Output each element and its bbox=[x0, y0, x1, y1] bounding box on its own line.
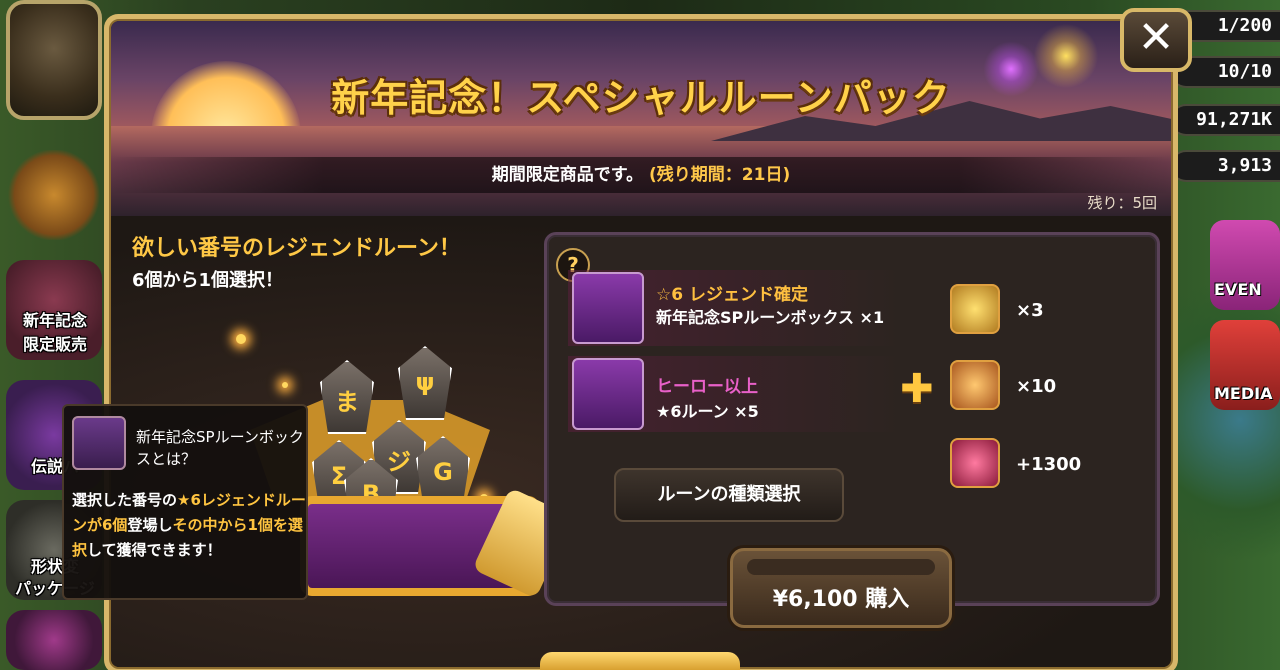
sparkle-icon bbox=[282, 382, 288, 388]
right-menu: 1/200 10/10 91,271K 3,913 EVEN MEDIA bbox=[1170, 0, 1280, 670]
item-2-desc: ★6ルーン ×5 bbox=[656, 402, 759, 421]
bonus-2-amount: ×10 bbox=[1016, 376, 1057, 397]
buy-button-label: ¥6,100 購入 bbox=[772, 587, 910, 612]
plus-icon: ✚ bbox=[900, 366, 934, 412]
event-label: EVEN bbox=[1214, 280, 1262, 299]
item-2-title: ヒーロー以上 bbox=[656, 377, 758, 397]
bonus-3-amount: +1300 bbox=[1016, 454, 1082, 475]
headline: 欲しい番号のレジェンドルーン！ bbox=[132, 236, 461, 261]
subline: 6個から1個選択！ bbox=[132, 270, 284, 291]
tooltip-text: して獲得できます！ bbox=[87, 541, 222, 559]
bonus-1-amount: ×3 bbox=[1016, 300, 1044, 321]
modal-title: 新年記念！スペシャルルーンパック bbox=[331, 76, 951, 120]
stat-crystal: 3,913 bbox=[1170, 150, 1280, 182]
sp-rune-box-icon[interactable] bbox=[572, 272, 644, 344]
period-remaining: (残り期間：21日) bbox=[649, 165, 791, 185]
rainbowmon-icon[interactable] bbox=[950, 284, 1000, 334]
tooltip-text: 選択した番号の bbox=[72, 491, 178, 509]
tooltip-text: 登場し bbox=[127, 516, 173, 534]
tooltip-title: 新年記念SPルーンボックスとは？ bbox=[136, 428, 304, 468]
new-year-sale-label-2: 限定販売 bbox=[22, 335, 87, 354]
rune-type-select-button[interactable]: ルーンの種類選択 bbox=[614, 468, 844, 522]
stat-mana: 91,271K bbox=[1170, 104, 1280, 136]
gem-pack-icon[interactable] bbox=[6, 610, 102, 670]
bottom-tab-button[interactable] bbox=[540, 652, 740, 670]
period-bar: 期間限定商品です。 (残り期間：21日) bbox=[111, 157, 1171, 193]
item-1-title: ☆6 レジェンド確定 bbox=[656, 285, 808, 305]
remaining-count: 残り：5回 bbox=[1087, 194, 1157, 212]
item-1-desc: 新年記念SPルーンボックス ×1 bbox=[656, 308, 885, 327]
buy-button[interactable]: ¥6,100 購入 bbox=[730, 548, 952, 628]
period-text: 期間限定商品です。 bbox=[491, 165, 644, 185]
tooltip-box: 新年記念SPルーンボックスとは？ 選択した番号の★6レジェンドルーンが6個登場し… bbox=[62, 404, 308, 600]
new-year-sale-label: 新年記念 bbox=[22, 311, 87, 330]
cage-icon[interactable] bbox=[6, 0, 102, 120]
sparkle-icon bbox=[236, 334, 246, 344]
scroll-icon[interactable] bbox=[950, 360, 1000, 410]
rune-set-icon[interactable] bbox=[572, 358, 644, 430]
buy-button-highlight bbox=[747, 559, 935, 575]
chest-icon[interactable] bbox=[6, 150, 102, 240]
close-button[interactable]: ✕ bbox=[1120, 8, 1192, 72]
crystal-icon[interactable] bbox=[950, 438, 1000, 488]
rune-box-icon bbox=[72, 416, 126, 470]
tooltip-body: 選択した番号の★6レジェンドルーンが6個登場しその中から1個を選択して獲得できま… bbox=[72, 488, 308, 563]
media-label: MEDIA bbox=[1214, 384, 1273, 403]
